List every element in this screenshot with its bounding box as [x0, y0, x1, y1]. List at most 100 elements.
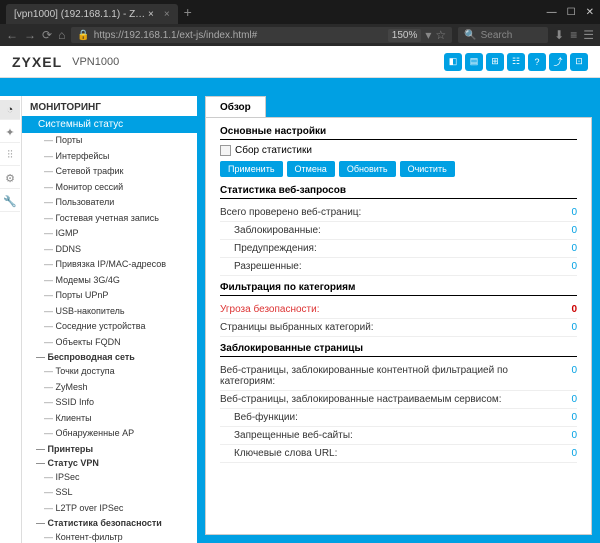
sidebar-item-12[interactable]: Соседние устройства	[22, 319, 197, 335]
stat-label: Всего проверено веб-страниц:	[220, 207, 565, 218]
stat-value: 0	[565, 225, 577, 236]
reload-icon[interactable]: ⟳	[42, 28, 52, 42]
sidebar: МОНИТОРИНГ Системный статус ПортыИнтерфе…	[22, 96, 197, 543]
stat-label: Разрешенные:	[220, 261, 565, 272]
header-icon-4[interactable]: ☷	[507, 53, 525, 71]
sidebar-item-1[interactable]: Интерфейсы	[22, 149, 197, 165]
stat-label: Запрещенные веб-сайты:	[220, 430, 565, 441]
header-icon-1[interactable]: ◧	[444, 53, 462, 71]
close-tab-icon[interactable]: ×	[164, 9, 170, 20]
sidebar-item-11[interactable]: USB-накопитель	[22, 304, 197, 320]
home-icon[interactable]: ⌂	[58, 28, 65, 42]
sidebar-group-printers[interactable]: Принтеры	[22, 442, 197, 456]
sidebar-item-7[interactable]: DDNS	[22, 242, 197, 258]
stat-row: Разрешенные:0	[220, 258, 577, 276]
stat-label: Веб-страницы, заблокированные контентной…	[220, 365, 565, 387]
menu-icon[interactable]: ☰	[583, 28, 594, 42]
button-отмена[interactable]: Отмена	[287, 161, 335, 177]
checkbox-label: Сбор статистики	[235, 145, 312, 156]
tool-icon[interactable]: 🔧	[0, 192, 20, 212]
stat-label: Предупреждения:	[220, 243, 565, 254]
search-icon: 🔍	[464, 30, 476, 41]
gear-icon[interactable]: ⚙	[0, 169, 20, 189]
sidebar-vpn-1[interactable]: SSL	[22, 485, 197, 501]
back-icon[interactable]: ←	[6, 28, 18, 42]
new-tab-button[interactable]: +	[184, 4, 192, 20]
sidebar-wireless-2[interactable]: SSID Info	[22, 395, 197, 411]
section-filter-title: Фильтрация по категориям	[220, 282, 577, 296]
minimize-icon[interactable]: —	[547, 7, 557, 18]
button-очистить[interactable]: Очистить	[400, 161, 455, 177]
section-blocked-title: Заблокированные страницы	[220, 343, 577, 357]
sidebar-item-5[interactable]: Гостевая учетная запись	[22, 211, 197, 227]
header-icons: ◧ ▤ ⊞ ☷ ? ⤴ ⊡	[444, 53, 588, 71]
browser-titlebar: [vpn1000] (192.168.1.1) - Z… × × + — ☐ ✕	[0, 0, 600, 24]
tab-overview[interactable]: Обзор	[205, 96, 266, 118]
app-header: ZYXEL VPN1000 ◧ ▤ ⊞ ☷ ? ⤴ ⊡	[0, 46, 600, 78]
section-webstats-title: Статистика веб-запросов	[220, 185, 577, 199]
maximize-icon[interactable]: ☐	[567, 7, 576, 18]
sidebar-selected[interactable]: Системный статус	[22, 116, 197, 133]
sidebar-sec-0[interactable]: Контент-фильтр	[22, 530, 197, 543]
wand-icon[interactable]: ✦	[0, 123, 20, 143]
close-window-icon[interactable]: ✕	[586, 7, 594, 18]
monitor-icon[interactable]: ⫶⫶	[0, 146, 20, 166]
content-tabs: Обзор	[205, 96, 592, 118]
content-wrap: Обзор Основные настройки Сбор статистики…	[197, 96, 600, 543]
sidebar-vpn-2[interactable]: L2TP over IPSec	[22, 501, 197, 517]
header-icon-2[interactable]: ▤	[465, 53, 483, 71]
sidebar-wireless-4[interactable]: Обнаруженные AP	[22, 426, 197, 442]
stat-value: 0	[565, 430, 577, 441]
sidebar-group-vpn[interactable]: Статус VPN	[22, 456, 197, 470]
sidebar-item-13[interactable]: Объекты FQDN	[22, 335, 197, 351]
header-icon-5[interactable]: ?	[528, 53, 546, 71]
stat-value: 0	[565, 207, 577, 218]
download-icon[interactable]: ⬇	[554, 28, 564, 42]
browser-tab[interactable]: [vpn1000] (192.168.1.1) - Z… × ×	[6, 4, 178, 24]
sidebar-item-3[interactable]: Монитор сессий	[22, 180, 197, 196]
sidebar-wireless-3[interactable]: Клиенты	[22, 411, 197, 427]
sidebar-wireless-0[interactable]: Точки доступа	[22, 364, 197, 380]
sidebar-vpn-0[interactable]: IPSec	[22, 470, 197, 486]
button-обновить[interactable]: Обновить	[339, 161, 396, 177]
sidebar-wireless-1[interactable]: ZyMesh	[22, 380, 197, 396]
stat-value: 0	[565, 243, 577, 254]
button-применить[interactable]: Применить	[220, 161, 283, 177]
star-icon[interactable]: ☆	[435, 28, 446, 42]
sidebar-title: МОНИТОРИНГ	[22, 99, 197, 116]
address-bar[interactable]: 🔒 https://192.168.1.1/ext-js/index.html#…	[71, 27, 452, 43]
stat-row: Страницы выбранных категорий:0	[220, 319, 577, 337]
sidebar-item-6[interactable]: IGMP	[22, 226, 197, 242]
sidebar-item-8[interactable]: Привязка IP/MAC-адресов	[22, 257, 197, 273]
dashboard-icon[interactable]: ◔	[0, 100, 20, 120]
model-label: VPN1000	[72, 56, 119, 68]
header-icon-6[interactable]: ⤴	[549, 53, 567, 71]
stat-row: Запрещенные веб-сайты:0	[220, 427, 577, 445]
library-icon[interactable]: ≡	[570, 28, 577, 42]
search-input[interactable]: 🔍 Search	[458, 27, 548, 43]
stat-label: Веб-страницы, заблокированные настраивае…	[220, 394, 565, 405]
stat-label: Угроза безопасности:	[220, 304, 565, 315]
header-icon-3[interactable]: ⊞	[486, 53, 504, 71]
brand-logo: ZYXEL	[12, 54, 62, 70]
sidebar-group-sec[interactable]: Статистика безопасности	[22, 516, 197, 530]
sidebar-item-9[interactable]: Модемы 3G/4G	[22, 273, 197, 289]
sidebar-item-10[interactable]: Порты UPnP	[22, 288, 197, 304]
stat-label: Страницы выбранных категорий:	[220, 322, 565, 333]
dropdown-icon[interactable]: ▾	[425, 28, 431, 42]
sidebar-item-0[interactable]: Порты	[22, 133, 197, 149]
search-placeholder: Search	[481, 30, 513, 41]
tab-title: [vpn1000] (192.168.1.1) - Z… ×	[14, 9, 154, 20]
header-icon-7[interactable]: ⊡	[570, 53, 588, 71]
zoom-badge[interactable]: 150%	[388, 29, 422, 42]
stat-label: Веб-функции:	[220, 412, 565, 423]
lock-icon: 🔒	[77, 30, 89, 41]
main-area: ◔ ✦ ⫶⫶ ⚙ 🔧 МОНИТОРИНГ Системный статус П…	[0, 78, 600, 543]
sidebar-item-4[interactable]: Пользователи	[22, 195, 197, 211]
stat-value: 0	[565, 412, 577, 423]
sidebar-item-2[interactable]: Сетевой трафик	[22, 164, 197, 180]
stat-value: 0	[565, 322, 577, 333]
stats-checkbox[interactable]	[220, 145, 231, 156]
stat-row: Веб-страницы, заблокированные контентной…	[220, 362, 577, 391]
sidebar-group-wireless[interactable]: Беспроводная сеть	[22, 350, 197, 364]
